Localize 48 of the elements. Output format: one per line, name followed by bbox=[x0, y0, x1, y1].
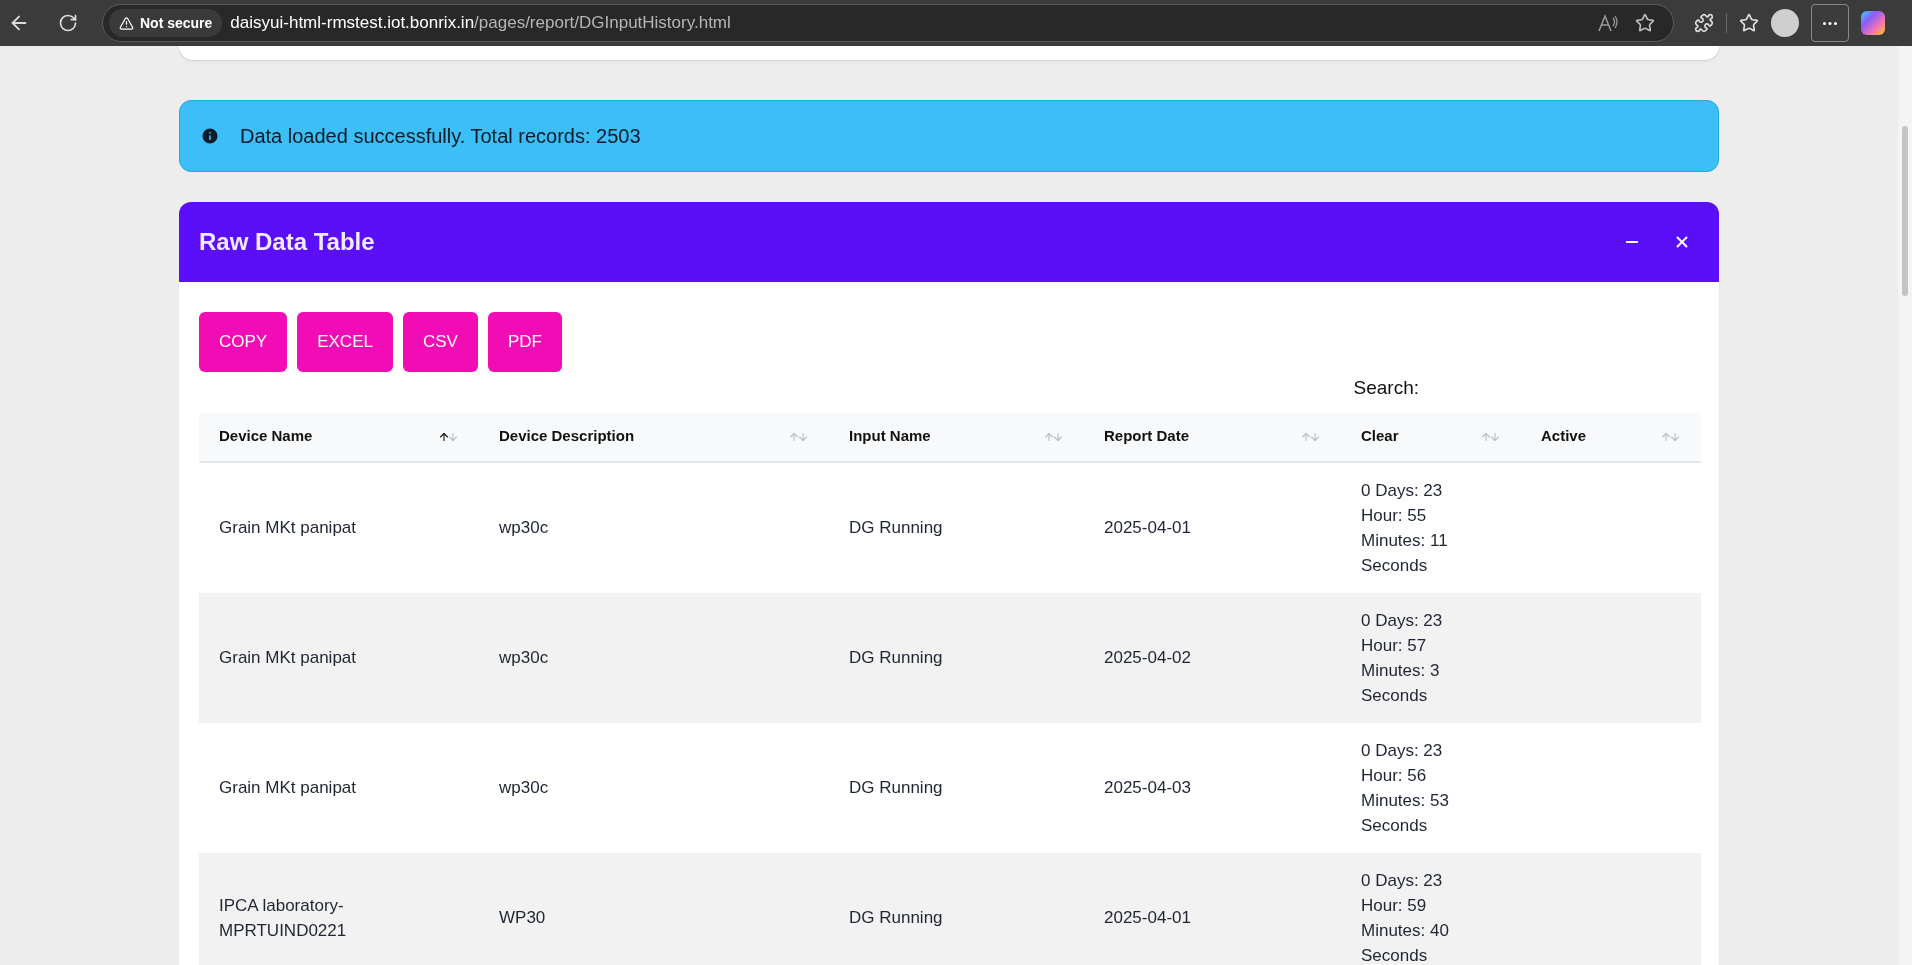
table-cell-text: 2025-04-02 bbox=[1104, 647, 1192, 669]
table-cell-text: IPCA laboratory-MPRTUIND0221 bbox=[219, 894, 348, 942]
more-icon bbox=[1823, 21, 1837, 25]
alert-text: Data loaded successfully. Total records: 2503 bbox=[240, 124, 641, 149]
table-cell-text: Grain MKt panipat bbox=[219, 777, 357, 799]
card-title: Raw Data Table bbox=[199, 227, 375, 257]
column-header[interactable]: Report Date bbox=[1104, 425, 1189, 448]
sort-icon[interactable] bbox=[438, 430, 459, 443]
table-cell-text: DG Running bbox=[849, 907, 944, 929]
read-aloud-icon[interactable] bbox=[1597, 13, 1619, 33]
table-cell-text: wp30c bbox=[499, 647, 550, 669]
table-cell-text: Grain MKt panipat bbox=[219, 647, 357, 669]
table-cell-text: 0 Days: 23 Hour: 55 Minutes: 11 Seconds bbox=[1361, 479, 1449, 577]
table-cell-text: 0 Days: 23 Hour: 57 Minutes: 3 Seconds bbox=[1361, 609, 1444, 707]
url-text[interactable]: daisyui-html-rmstest.iot.bonrix.in/pages/report/DGInputHistory.html bbox=[230, 10, 731, 36]
export-button[interactable]: COPY bbox=[199, 312, 288, 372]
table-cell-text: 0 Days: 23 Hour: 59 Minutes: 40 Seconds bbox=[1361, 869, 1450, 965]
favorites-icon[interactable] bbox=[1739, 13, 1759, 33]
reload-icon[interactable] bbox=[58, 13, 78, 33]
column-header[interactable]: Device Description bbox=[499, 425, 635, 448]
table-cell-text: wp30c bbox=[499, 777, 550, 799]
profile-avatar[interactable] bbox=[1771, 9, 1799, 37]
more-button[interactable] bbox=[1811, 4, 1849, 42]
export-button[interactable]: EXCEL bbox=[297, 312, 393, 372]
table-cell-text: 2025-04-01 bbox=[1104, 907, 1192, 929]
table-cell-text: 2025-04-03 bbox=[1104, 777, 1192, 799]
table-cell-text: DG Running bbox=[849, 517, 944, 539]
security-badge[interactable]: Not secure bbox=[109, 9, 223, 37]
address-bar[interactable]: Not secure daisyui-html-rmstest.iot.bonrix.in/pages/report/DGInputHistory.html bbox=[102, 4, 1674, 42]
search-label: Search: bbox=[1353, 376, 1419, 400]
export-button[interactable]: CSV bbox=[402, 312, 478, 372]
column-header[interactable]: Active bbox=[1541, 425, 1587, 448]
table-cell-text: WP30 bbox=[499, 907, 547, 929]
column-header[interactable]: Device Name bbox=[219, 425, 313, 448]
export-button[interactable]: PDF bbox=[487, 312, 562, 372]
column-header[interactable]: Clear bbox=[1361, 425, 1399, 448]
column-header[interactable]: Input Name bbox=[849, 425, 931, 448]
favorite-star-icon[interactable] bbox=[1635, 13, 1655, 33]
extensions-icon[interactable] bbox=[1694, 13, 1714, 33]
table-cell-text: Grain MKt panipat bbox=[219, 517, 357, 539]
assistant-icon[interactable] bbox=[1861, 11, 1885, 35]
table-cell-text: 2025-04-01 bbox=[1104, 517, 1192, 539]
info-icon bbox=[200, 126, 220, 146]
table-cell-text: wp30c bbox=[499, 517, 550, 539]
table-cell-text: DG Running bbox=[849, 647, 944, 669]
table-cell-text: 0 Days: 23 Hour: 56 Minutes: 53 Seconds bbox=[1361, 739, 1450, 837]
scrollbar[interactable] bbox=[1898, 46, 1912, 965]
table-cell-text: DG Running bbox=[849, 777, 944, 799]
